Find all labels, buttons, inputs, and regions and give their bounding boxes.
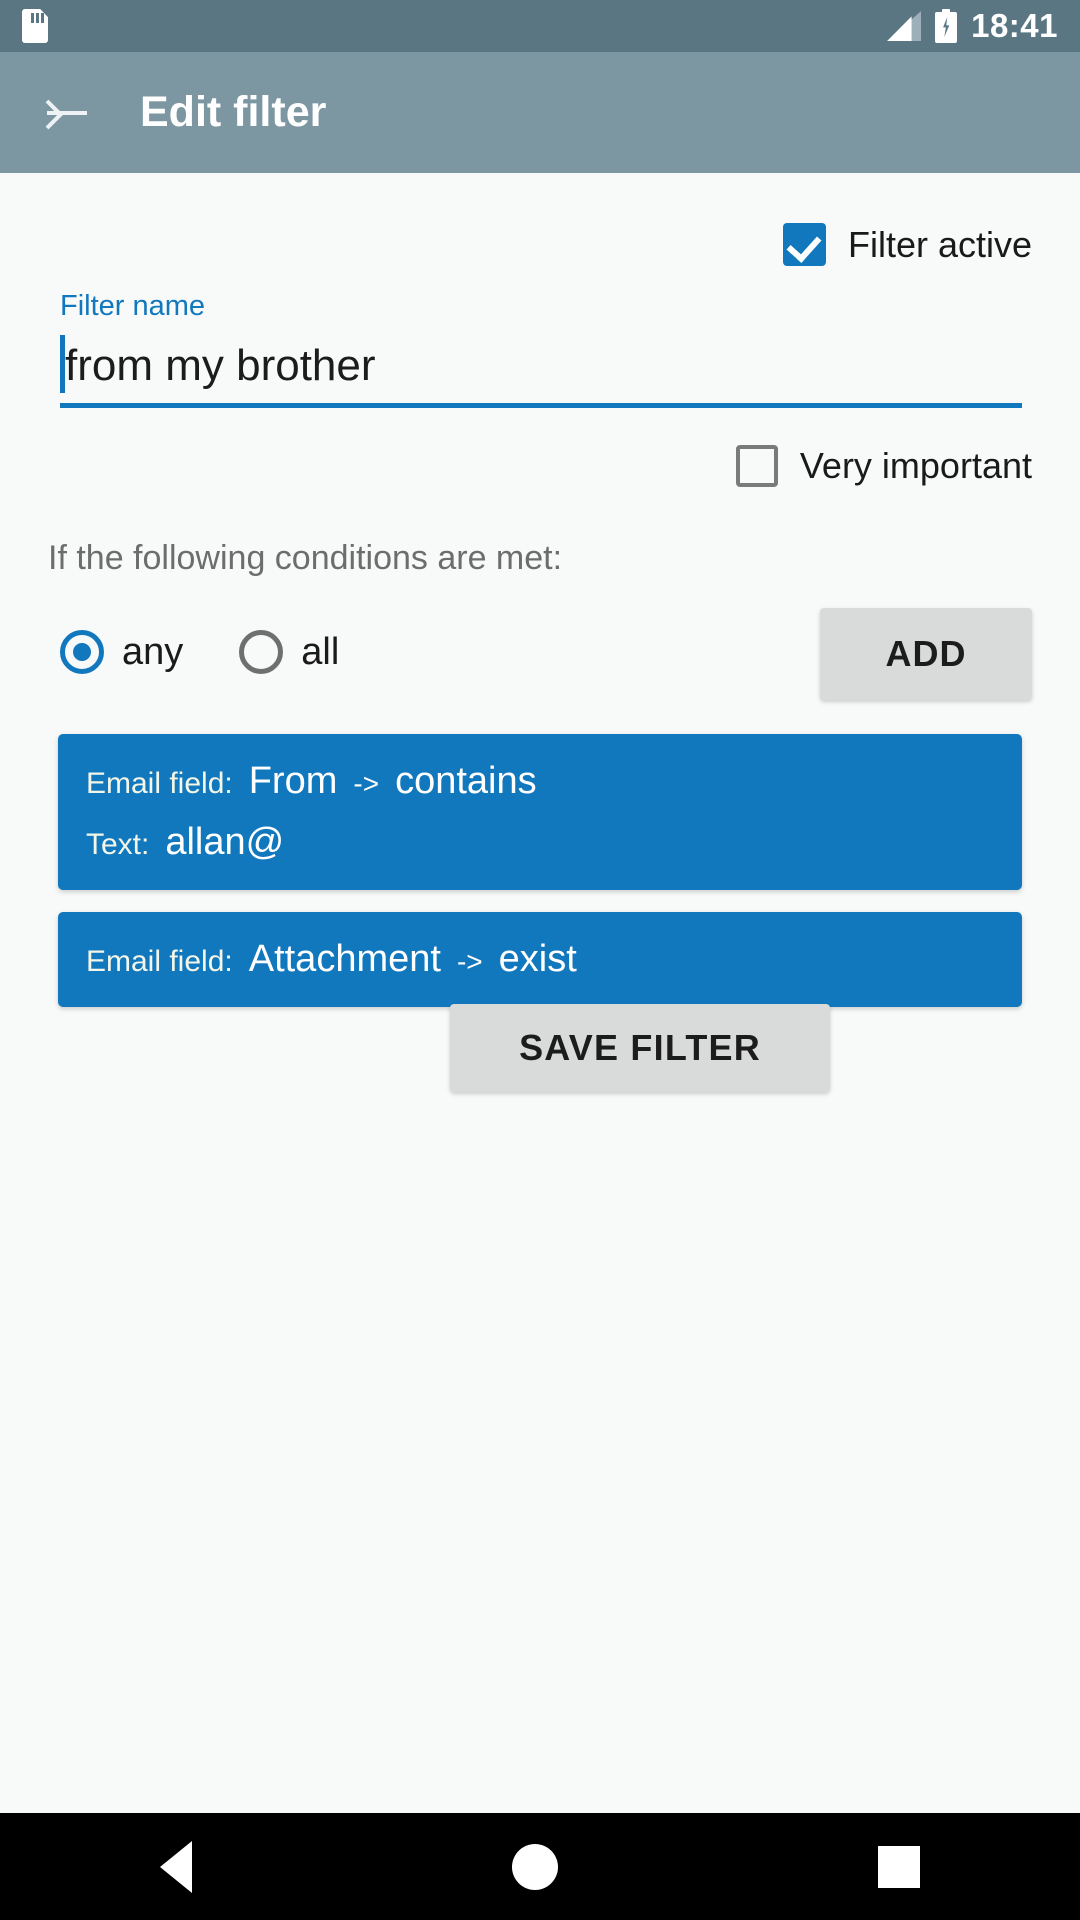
nav-recent-icon[interactable]: [878, 1845, 920, 1888]
battery-charging-icon: [935, 9, 958, 43]
filter-name-field-block: Filter name from my brother: [0, 290, 1080, 408]
system-navigation-bar: [0, 1813, 1080, 1920]
filter-active-checkbox[interactable]: [782, 223, 826, 266]
radio-any-icon[interactable]: [60, 630, 104, 674]
match-mode-row: any all ADD: [0, 602, 1080, 702]
filter-name-input[interactable]: from my brother: [60, 333, 1022, 408]
radio-any-label: any: [122, 630, 184, 673]
condition-card[interactable]: Email field: From -> contains Text: alla…: [58, 734, 1022, 890]
very-important-label: Very important: [799, 445, 1032, 486]
condition-field-line: Email field: Attachment -> exist: [86, 938, 994, 981]
condition-arrow-icon: ->: [353, 768, 380, 799]
sd-card-icon: [22, 9, 48, 43]
status-bar-right: 18:41: [887, 7, 1058, 45]
very-important-checkbox[interactable]: [735, 445, 778, 487]
save-filter-button[interactable]: SAVE FILTER: [450, 1004, 830, 1092]
condition-operator: contains: [395, 760, 537, 802]
condition-text-line: Text: allan@: [86, 821, 994, 864]
filter-name-value: from my brother: [65, 341, 376, 390]
radio-option-all[interactable]: all: [239, 630, 339, 674]
condition-field-key: Email field:: [86, 767, 233, 800]
radio-option-any[interactable]: any: [60, 630, 183, 674]
condition-field-value: From: [248, 760, 338, 802]
conditions-heading: If the following conditions are met:: [48, 539, 563, 577]
filter-active-row[interactable]: Filter active: [0, 223, 1080, 266]
signal-icon: [887, 11, 922, 41]
condition-field-value: Attachment: [248, 938, 441, 980]
status-bar-clock: 18:41: [971, 7, 1058, 44]
condition-arrow-icon: ->: [456, 946, 483, 977]
nav-back-icon[interactable]: [160, 1840, 192, 1893]
condition-field-line: Email field: From -> contains: [86, 760, 994, 803]
radio-all-label: all: [301, 630, 340, 673]
condition-operator: exist: [498, 938, 577, 980]
status-bar: 18:41: [0, 0, 1080, 52]
condition-card[interactable]: Email field: Attachment -> exist: [58, 912, 1022, 1007]
very-important-row[interactable]: Very important: [0, 445, 1080, 487]
add-condition-button[interactable]: ADD: [820, 608, 1032, 700]
filter-name-label: Filter name: [60, 290, 206, 322]
condition-field-key: Email field:: [86, 945, 233, 978]
app-bar: Edit filter: [0, 52, 1080, 173]
conditions-list: Email field: From -> contains Text: alla…: [0, 734, 1080, 1007]
condition-text-value: allan@: [165, 821, 285, 863]
back-arrow-icon[interactable]: [44, 90, 90, 136]
page-title: Edit filter: [140, 88, 327, 136]
radio-all-icon[interactable]: [239, 630, 284, 674]
nav-home-icon[interactable]: [512, 1843, 558, 1890]
condition-text-key: Text:: [86, 828, 150, 861]
filter-active-label: Filter active: [847, 223, 1032, 265]
status-bar-left: [22, 9, 48, 43]
edit-filter-form: Filter active Filter name from my brothe…: [0, 173, 1080, 1813]
